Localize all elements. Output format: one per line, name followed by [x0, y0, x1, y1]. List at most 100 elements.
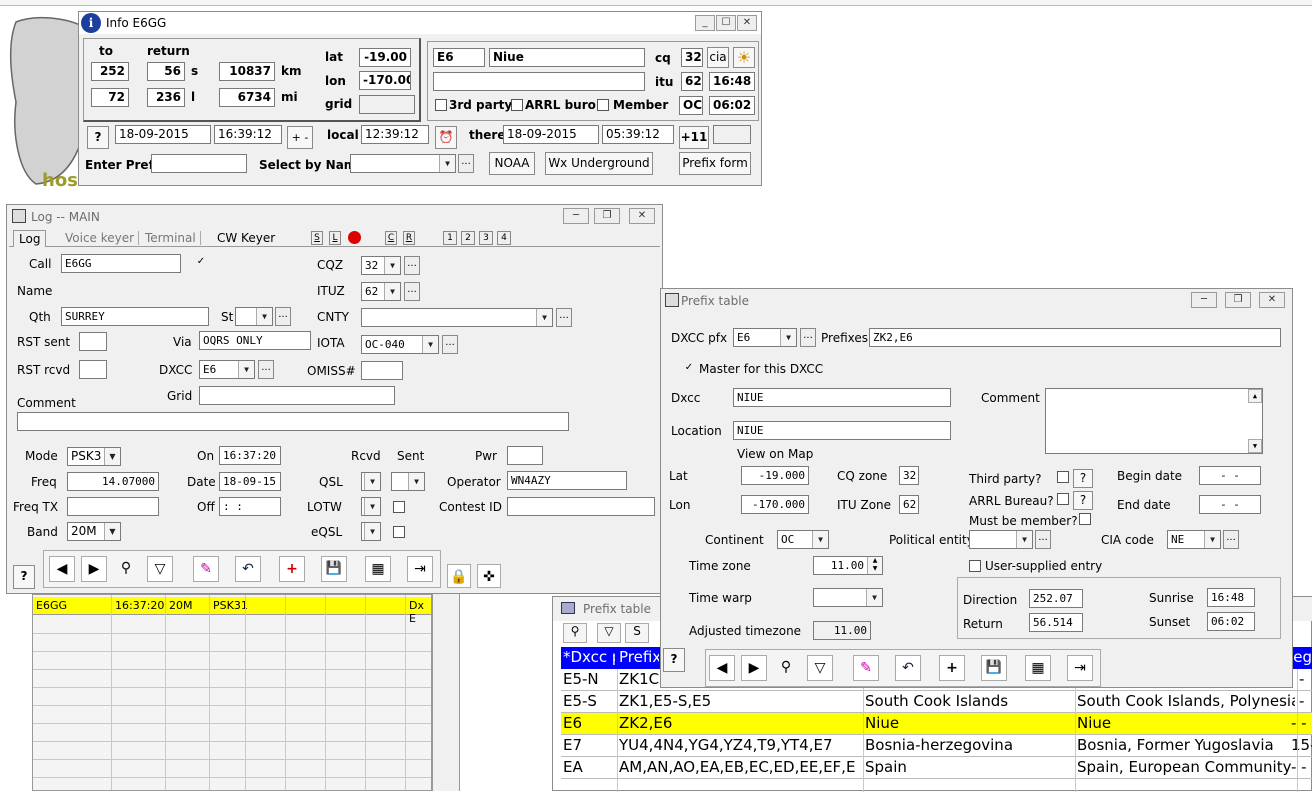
lotw-checkbox[interactable] — [393, 501, 405, 513]
political-entity-more-button[interactable]: ... — [1035, 530, 1051, 549]
on-input[interactable]: 16:37:20 — [219, 446, 281, 465]
close-button[interactable]: ✕ — [629, 208, 655, 224]
minimize-button[interactable]: ─ — [1191, 292, 1217, 308]
begin-date-input[interactable]: - - — [1199, 466, 1261, 485]
tab-cw-keyer[interactable]: CW Keyer — [213, 231, 279, 245]
offset-button[interactable]: +11 — [679, 126, 709, 149]
tab-terminal[interactable]: Terminal — [141, 231, 201, 245]
info-titlebar[interactable]: i Info E6GG _ ☐ ✕ — [79, 12, 761, 34]
pwr-input[interactable] — [507, 446, 543, 465]
qth-input[interactable]: SURREY — [61, 307, 209, 326]
alarm-clock-icon[interactable]: ⏰ — [435, 126, 457, 149]
itu-zone-input[interactable]: 62 — [899, 495, 919, 514]
tab-log[interactable]: Log — [13, 230, 47, 247]
band-dropdown[interactable]: 20M ▼ — [67, 522, 121, 541]
member-checkbox[interactable] — [597, 99, 609, 111]
chevron-down-icon[interactable]: ▼ — [812, 531, 828, 548]
dxcc-pfx-dropdown[interactable]: E6 ▼ — [733, 328, 797, 347]
undo-icon[interactable]: ↶ — [895, 655, 921, 681]
person-icon[interactable]: ✜ — [477, 564, 501, 588]
time-warp-dropdown[interactable]: ▼ — [813, 588, 883, 607]
prefix-form-button[interactable]: Prefix form — [679, 152, 751, 175]
chevron-down-icon[interactable]: ▼ — [1204, 531, 1220, 548]
lotw-dropdown[interactable]: ▼ — [361, 497, 381, 516]
sun-icon[interactable]: ☀ — [733, 47, 755, 68]
chevron-down-icon[interactable]: ▼ — [780, 329, 796, 346]
stop-icon[interactable] — [348, 231, 361, 244]
wx-underground-button[interactable]: Wx Underground — [545, 152, 653, 175]
chevron-down-icon[interactable]: ▼ — [364, 473, 380, 490]
view-on-map-link[interactable]: View on Map — [737, 447, 813, 461]
previous-icon[interactable]: ◀ — [49, 556, 75, 582]
noaa-button[interactable]: NOAA — [489, 152, 535, 175]
chevron-down-icon[interactable]: ▼ — [384, 257, 400, 274]
comment-input[interactable] — [17, 412, 569, 431]
ituz-more-button[interactable]: ... — [404, 282, 420, 301]
log-titlebar[interactable]: Log -- MAIN ─ ❐ ✕ — [7, 205, 662, 227]
filter-icon[interactable]: ▽ — [807, 655, 833, 681]
clear-icon[interactable]: ✎ — [853, 655, 879, 681]
select-by-name-dropdown[interactable]: ▼ — [350, 154, 456, 173]
third-party-checkbox[interactable] — [1057, 471, 1069, 483]
cq-zone-input[interactable]: 32 — [899, 466, 919, 485]
rst-sent-input[interactable] — [79, 332, 107, 351]
restore-button[interactable]: ❐ — [1225, 292, 1251, 308]
operator-input[interactable]: WN4AZY — [507, 471, 627, 490]
table-row[interactable]: E5-S ZK1,E5-S,E5 South Cook Islands Sout… — [561, 691, 1312, 713]
call-checkbox[interactable]: ✓ — [195, 257, 207, 269]
table-row[interactable]: E7 YU4,4N4,YG4,YZ4,T9,YT4,E7 Bosnia-herz… — [561, 735, 1312, 757]
help-button[interactable]: ? — [663, 648, 685, 672]
next-icon[interactable]: ▶ — [741, 655, 767, 681]
undo-icon[interactable]: ↶ — [235, 556, 261, 582]
cia-code-more-button[interactable]: ... — [1223, 530, 1239, 549]
qsl-rcvd-dropdown[interactable]: ▼ — [361, 472, 381, 491]
filter-icon[interactable]: ▽ — [147, 556, 173, 582]
plus-minus-button[interactable]: + - — [287, 126, 313, 149]
chevron-down-icon[interactable]: ▼ — [439, 155, 455, 172]
arrl-buro-checkbox[interactable] — [511, 99, 523, 111]
chevron-down-icon[interactable]: ▼ — [104, 448, 120, 465]
add-icon[interactable]: + — [279, 556, 305, 582]
third-party-help-button[interactable]: ? — [1073, 469, 1093, 488]
chevron-down-icon[interactable]: ▼ — [536, 309, 552, 326]
mode-dropdown[interactable]: PSK3 ▼ — [67, 447, 121, 466]
iota-dropdown[interactable]: OC-040 ▼ — [361, 335, 439, 354]
st-dropdown[interactable]: ▼ — [235, 307, 273, 326]
add-icon[interactable]: + — [939, 655, 965, 681]
scroll-up-icon[interactable]: ▲ — [1248, 389, 1262, 403]
chevron-down-icon[interactable]: ▼ — [866, 589, 882, 606]
prefix-form-window[interactable]: Prefix table ─ ❐ ✕ DXCC pfx E6 ▼ ... Pref… — [660, 288, 1293, 688]
freq-tx-input[interactable] — [67, 497, 159, 516]
cia-code-dropdown[interactable]: NE ▼ — [1167, 530, 1221, 549]
eqsl-checkbox[interactable] — [393, 526, 405, 538]
must-be-member-checkbox[interactable] — [1079, 513, 1091, 525]
maximize-button[interactable]: ☐ — [716, 15, 736, 31]
header-dxcc[interactable]: *Dxcc p — [563, 648, 615, 666]
prefix-form-titlebar[interactable]: Prefix table ─ ❐ ✕ — [661, 289, 1292, 311]
dxcc-pfx-more-button[interactable]: ... — [800, 328, 816, 347]
select-by-name-more-button[interactable]: ... — [458, 154, 474, 173]
clear-icon[interactable]: ✎ — [193, 556, 219, 582]
help-button[interactable]: ? — [87, 126, 109, 149]
cnty-dropdown[interactable]: ▼ — [361, 308, 553, 327]
off-input[interactable]: : : — [219, 497, 281, 516]
cia-button[interactable]: cia — [707, 47, 729, 68]
r-mini-button[interactable]: R — [403, 231, 415, 245]
close-button[interactable]: ✕ — [737, 15, 757, 31]
memory-2-button[interactable]: 2 — [461, 231, 475, 245]
via-input[interactable]: OQRS ONLY — [199, 331, 311, 350]
call-input[interactable]: E6GG — [61, 254, 181, 273]
minimize-button[interactable]: ─ — [563, 208, 589, 224]
end-date-input[interactable]: - - — [1199, 495, 1261, 514]
binoculars-icon[interactable]: ⚲ — [563, 623, 587, 643]
memory-4-button[interactable]: 4 — [497, 231, 511, 245]
info-window[interactable]: i Info E6GG _ ☐ ✕ to return 252 56 s 108… — [78, 11, 762, 186]
scroll-down-icon[interactable]: ▼ — [1248, 439, 1262, 453]
l-mini-button[interactable]: L — [329, 231, 341, 245]
chevron-down-icon[interactable]: ▼ — [422, 336, 438, 353]
chevron-down-icon[interactable]: ▼ — [364, 498, 380, 515]
log-grid-row-highlight[interactable]: E6GG 16:37:20 20M PSK31 Dx E — [33, 597, 431, 625]
minimize-button[interactable]: _ — [695, 15, 715, 31]
sort-button[interactable]: S — [625, 623, 649, 643]
save-icon[interactable]: 💾 — [321, 556, 347, 582]
